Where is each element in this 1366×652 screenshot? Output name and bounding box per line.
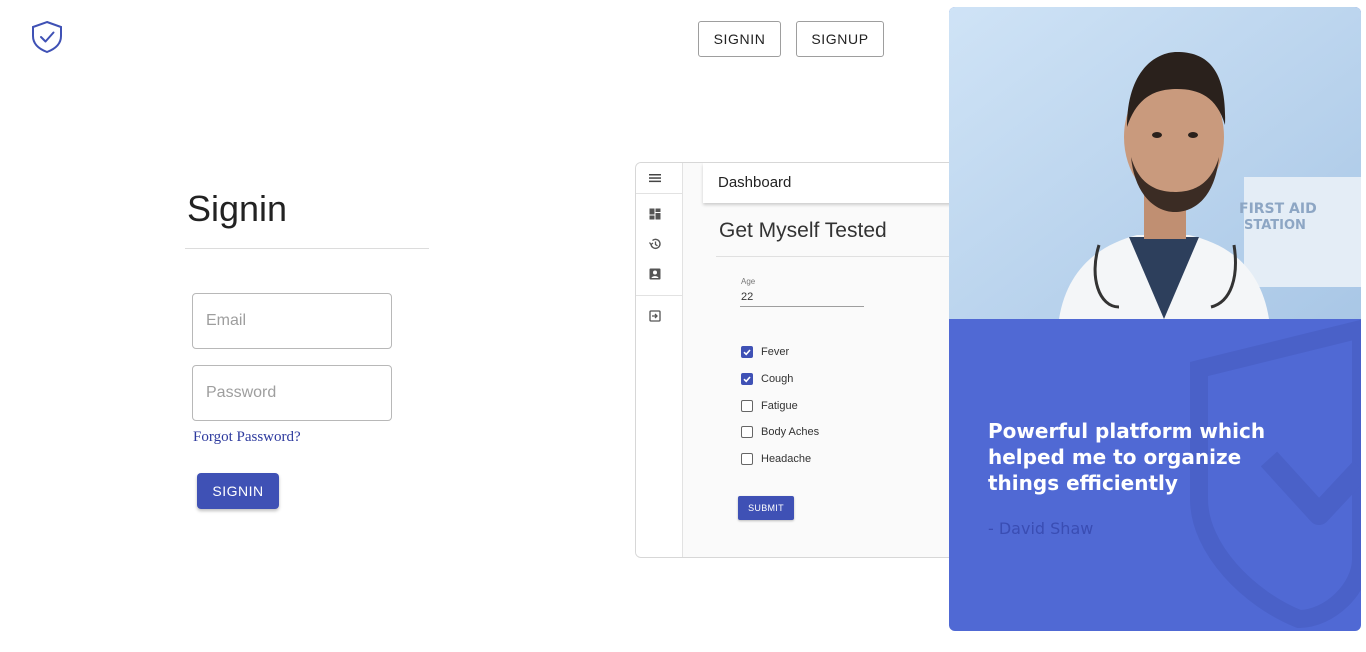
age-value: 22 xyxy=(741,291,754,303)
preview-sidebar xyxy=(636,163,683,557)
checkbox-unchecked-icon xyxy=(741,426,753,438)
doctor-photo: FIRST AID STATION xyxy=(949,7,1361,319)
symptom-label: Cough xyxy=(761,373,794,385)
age-label: Age xyxy=(741,277,756,286)
testimonial-author: - David Shaw xyxy=(988,519,1094,538)
symptom-checkbox-fatigue: Fatigue xyxy=(741,400,798,412)
title-divider xyxy=(185,248,429,249)
svg-text:FIRST AID: FIRST AID xyxy=(1239,201,1317,217)
nav-signup-button[interactable]: SIGNUP xyxy=(796,21,884,57)
symptom-label: Headache xyxy=(761,453,812,465)
preview-appbar-title: Dashboard xyxy=(718,174,792,191)
forgot-password-link[interactable]: Forgot Password? xyxy=(193,429,301,446)
shield-check-logo-icon xyxy=(32,20,62,54)
history-icon xyxy=(648,238,661,250)
email-input[interactable] xyxy=(193,294,391,348)
preview-submit-button: SUBMIT xyxy=(738,496,794,520)
checkbox-checked-icon xyxy=(741,373,753,385)
symptom-label: Fever xyxy=(761,346,790,358)
password-field[interactable] xyxy=(192,365,392,421)
symptom-checkbox-body-aches: Body Aches xyxy=(741,426,819,438)
page-title: Signin xyxy=(187,188,288,229)
preview-appbar: Dashboard xyxy=(703,163,974,203)
testimonial-quote: Powerful platform which helped me to org… xyxy=(988,419,1266,495)
dashboard-icon xyxy=(649,208,661,220)
checkbox-checked-icon xyxy=(741,346,753,358)
sidebar-divider xyxy=(636,193,683,194)
email-field[interactable] xyxy=(192,293,392,349)
checkbox-unchecked-icon xyxy=(741,400,753,412)
symptom-label: Fatigue xyxy=(761,400,798,412)
symptom-checkbox-fever: Fever xyxy=(741,346,789,358)
symptom-checkbox-headache: Headache xyxy=(741,453,811,465)
checkbox-unchecked-icon xyxy=(741,453,753,465)
symptom-label: Body Aches xyxy=(761,426,820,438)
dashboard-preview: Dashboard Get Myself Tested Age 22 Fever… xyxy=(635,162,975,558)
testimonial-card: FIRST AID STATION Powerful platform whic… xyxy=(949,7,1361,631)
profile-card-icon xyxy=(649,268,661,280)
exit-icon xyxy=(649,310,661,322)
preview-divider xyxy=(716,256,974,257)
signin-submit-button[interactable]: SIGNIN xyxy=(197,473,279,509)
svg-text:STATION: STATION xyxy=(1244,218,1306,233)
nav-signin-button[interactable]: SIGNIN xyxy=(698,21,781,57)
password-input[interactable] xyxy=(193,366,391,420)
symptom-checkbox-cough: Cough xyxy=(741,373,793,385)
sidebar-divider xyxy=(636,295,683,296)
preview-page-title: Get Myself Tested xyxy=(719,219,887,242)
menu-icon xyxy=(649,174,661,183)
age-underline xyxy=(740,306,864,307)
